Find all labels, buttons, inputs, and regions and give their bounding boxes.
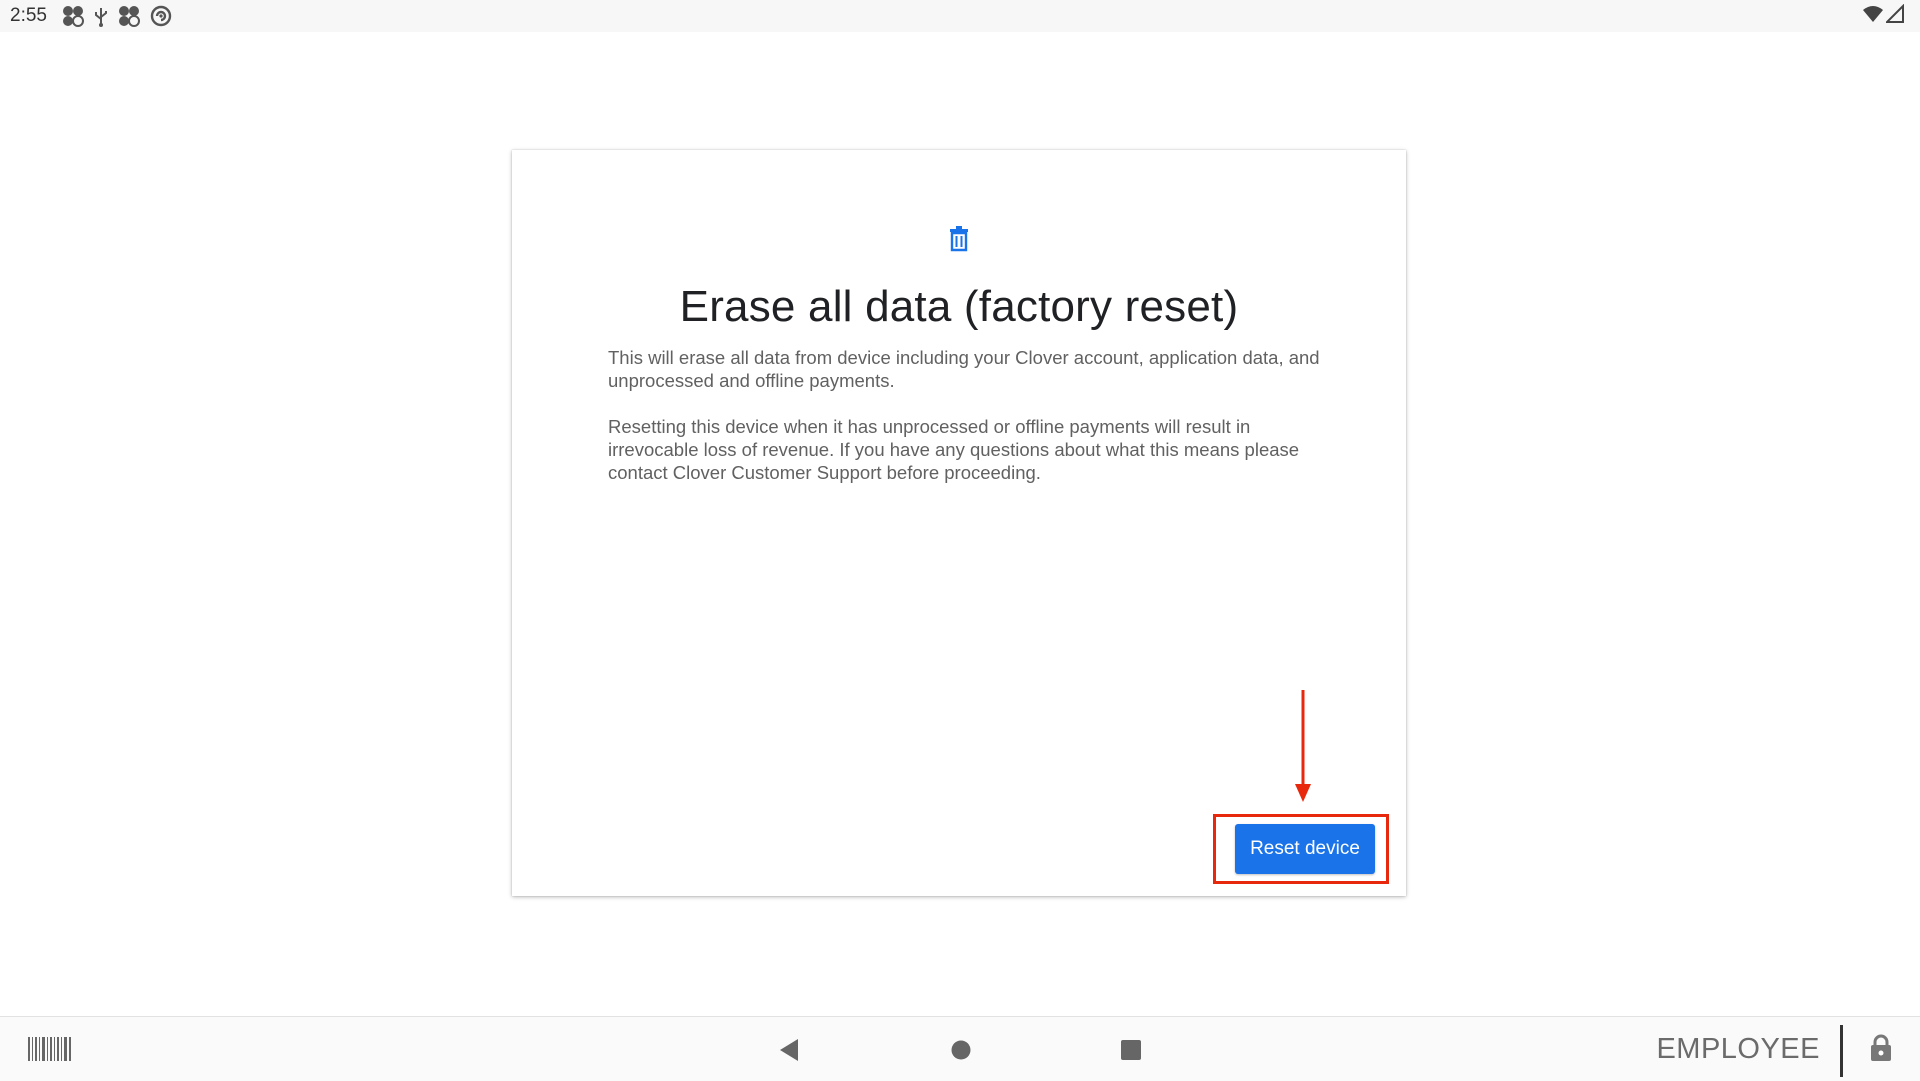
factory-reset-card: Erase all data (factory reset) This will… bbox=[512, 150, 1406, 896]
trash-icon bbox=[947, 226, 971, 257]
employee-label[interactable]: EMPLOYEE bbox=[1656, 1033, 1820, 1066]
warning-paragraph-data: This will erase all data from device inc… bbox=[608, 347, 1320, 391]
lock-icon[interactable] bbox=[1870, 1034, 1892, 1067]
barcode-icon[interactable] bbox=[28, 1037, 72, 1066]
clover-app-icon bbox=[118, 5, 140, 27]
nav-divider bbox=[1840, 1025, 1843, 1077]
home-icon[interactable] bbox=[950, 1039, 972, 1066]
annotation-arrow bbox=[1295, 690, 1311, 802]
dialog-body: This will erase all data from device inc… bbox=[608, 346, 1328, 507]
annotation-highlight-box bbox=[1213, 814, 1389, 884]
recent-apps-icon[interactable] bbox=[1120, 1039, 1142, 1066]
wifi-icon bbox=[1862, 4, 1884, 29]
status-bar: 2:55 bbox=[0, 0, 1920, 32]
usb-icon bbox=[94, 5, 108, 27]
status-notification-icons bbox=[62, 5, 172, 27]
status-time: 2:55 bbox=[10, 5, 47, 26]
page-title: Erase all data (factory reset) bbox=[679, 282, 1239, 331]
navigation-bar: EMPLOYEE bbox=[0, 1016, 1920, 1081]
sync-icon bbox=[150, 5, 172, 27]
warning-paragraph-revenue: Resetting this device when it has unproc… bbox=[608, 416, 1300, 483]
status-right-icons bbox=[1862, 3, 1904, 29]
back-icon[interactable] bbox=[778, 1038, 800, 1067]
clover-app-icon bbox=[62, 5, 84, 27]
signal-icon bbox=[1884, 3, 1904, 29]
